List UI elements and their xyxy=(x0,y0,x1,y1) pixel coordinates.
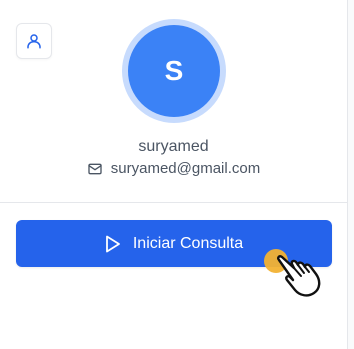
profile-button[interactable] xyxy=(16,23,52,59)
play-icon xyxy=(105,235,120,252)
divider xyxy=(0,202,347,203)
pointer-hand-icon xyxy=(277,255,321,297)
avatar: S xyxy=(128,25,220,117)
avatar-initial: S xyxy=(164,55,184,86)
mail-icon xyxy=(88,163,102,174)
email-text: suryamed@gmail.com xyxy=(110,160,261,177)
user-icon xyxy=(27,34,41,49)
username: suryamed xyxy=(138,138,209,155)
start-consultation-label: Iniciar Consulta xyxy=(132,234,244,252)
panel-gutter xyxy=(348,0,354,349)
email-row: suryamed@gmail.com xyxy=(0,160,347,177)
